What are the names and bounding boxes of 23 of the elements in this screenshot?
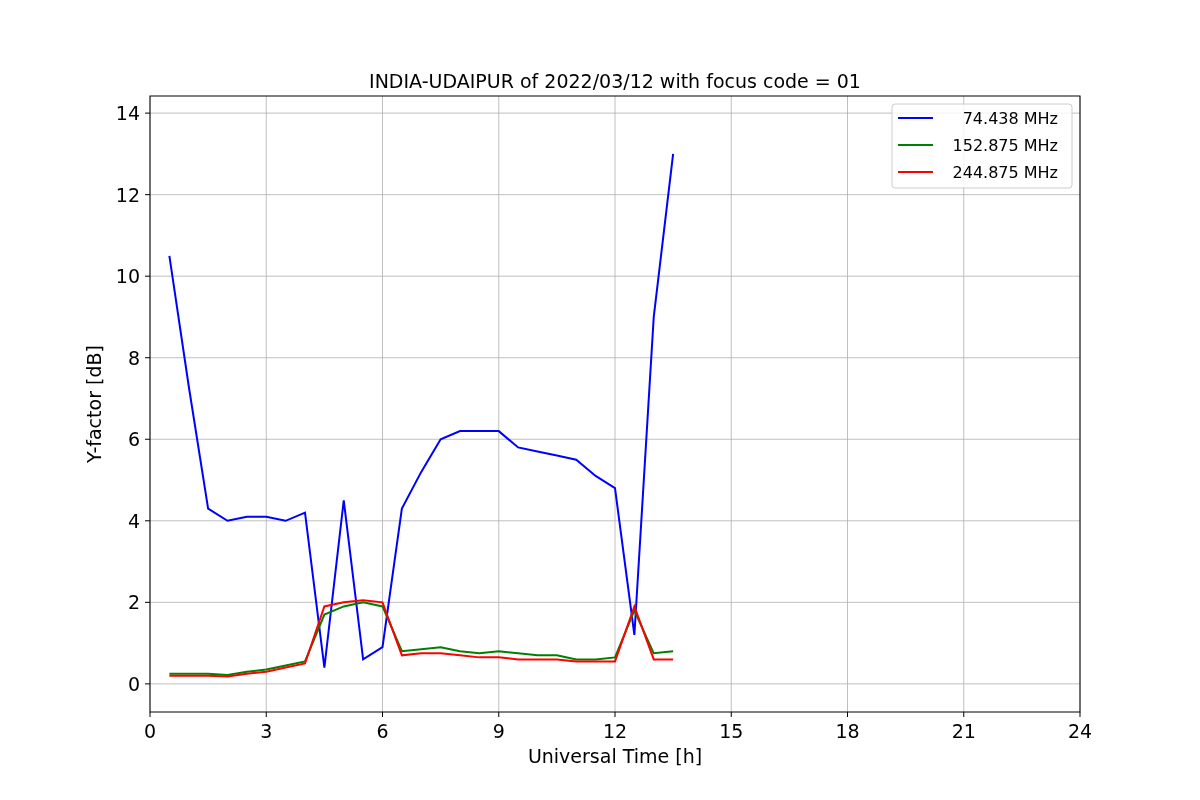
y-tick-label: 10 [115,265,140,288]
x-tick-label: 9 [492,720,505,742]
x-tick-label: 3 [260,720,273,742]
x-axis-title: Universal Time [h] [527,745,703,767]
x-tick-label: 24 [1067,720,1093,742]
x-tick-label: 6 [376,720,389,742]
y-tick-label: 2 [127,591,140,614]
y-axis-title: Y-factor [dB] [83,345,105,463]
y-tick-label: 8 [127,346,140,369]
legend-label: 244.875 MHz [952,163,1058,182]
x-tick-label: 15 [719,720,744,742]
y-tick-label: 0 [127,672,140,695]
y-tick-label: 12 [115,183,140,206]
y-tick-label: 14 [115,102,140,125]
x-tick-label: 21 [951,720,976,742]
legend-label: 74.438 MHz [962,109,1058,128]
y-tick-label: 4 [127,509,140,532]
x-tick-label: 12 [602,720,628,742]
x-tick-label: 0 [143,720,157,742]
x-tick-label: 18 [835,720,860,742]
chart-title: INDIA-UDAIPUR of 2022/03/12 with focus code = 01 [369,70,861,92]
legend-label: 152.875 MHz [952,136,1058,155]
y-tick-label: 6 [127,428,140,451]
